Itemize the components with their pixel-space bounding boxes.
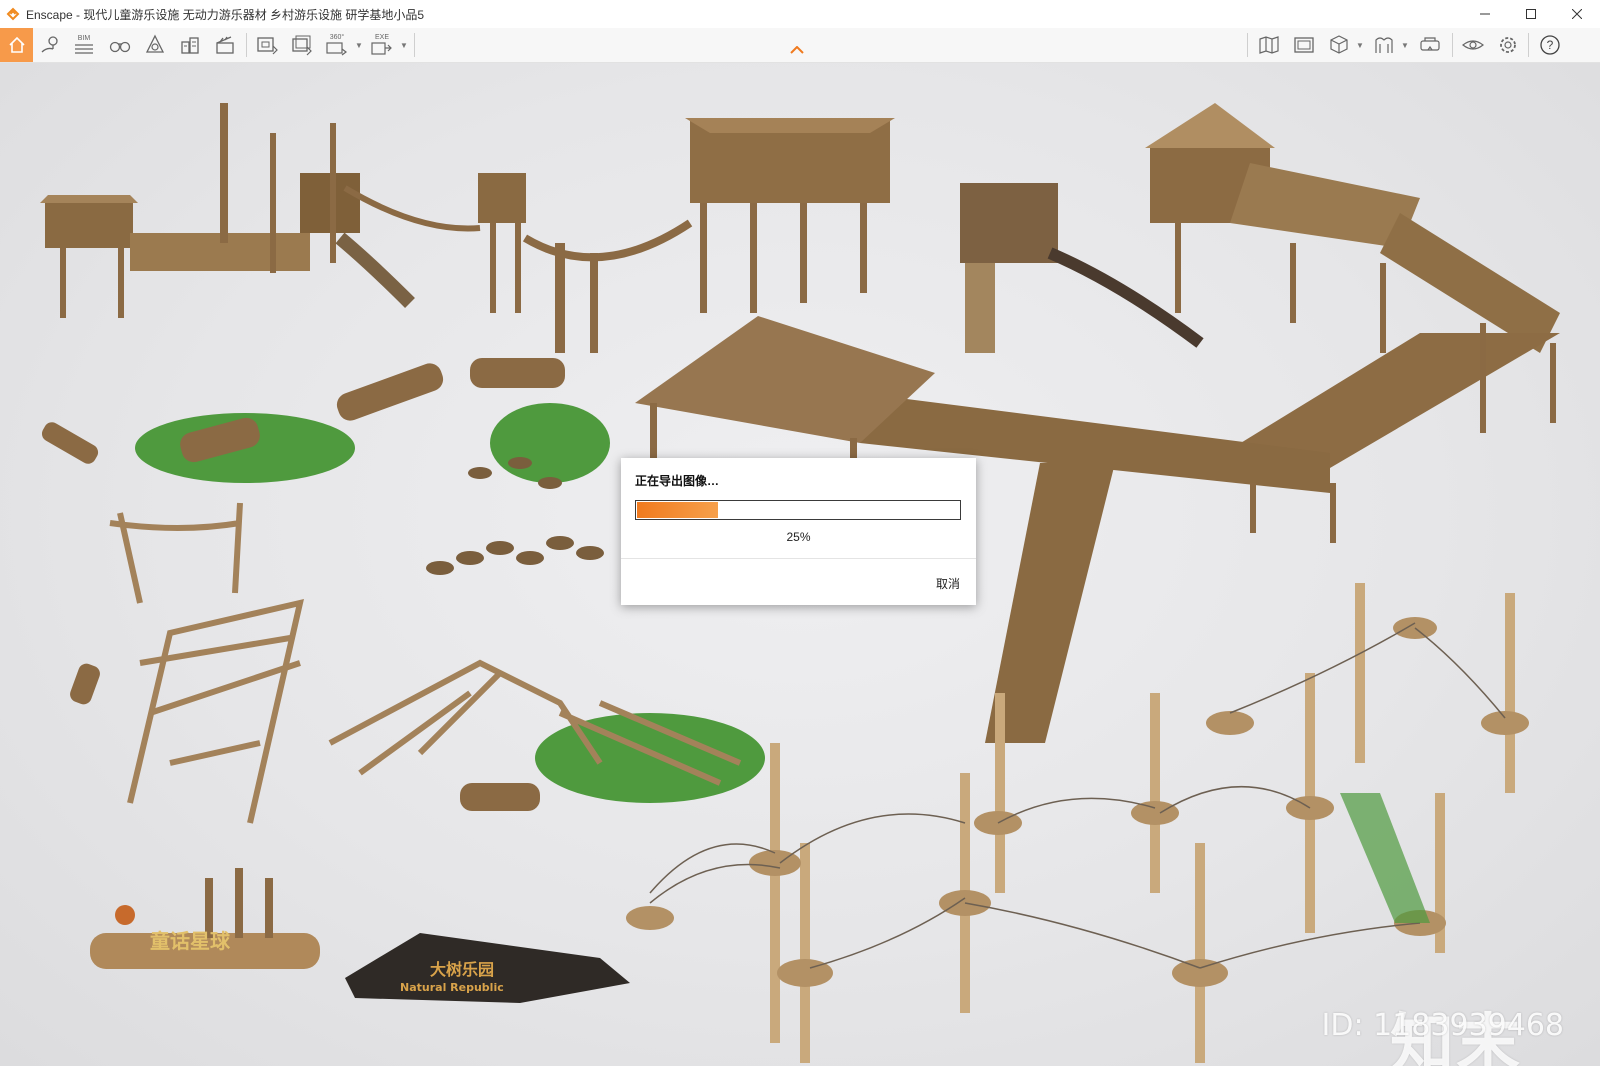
svg-text:?: ? xyxy=(1547,38,1554,52)
maximize-icon xyxy=(1526,9,1536,19)
buildings-icon xyxy=(181,37,199,54)
minimize-icon xyxy=(1480,13,1490,15)
settings-gear-icon xyxy=(1500,37,1516,53)
home-icon xyxy=(8,36,25,53)
vr-headset-icon xyxy=(1420,37,1440,51)
panorama-dropdown-icon[interactable]: ▼ xyxy=(355,41,363,50)
map-icon xyxy=(1259,36,1279,54)
render-image-button[interactable] xyxy=(255,30,279,60)
clapperboard-icon xyxy=(216,36,234,54)
panorama-360-icon xyxy=(326,42,347,56)
toolbar-separator xyxy=(1452,33,1453,57)
minimize-button[interactable] xyxy=(1462,0,1508,28)
export-exe-label: EXE xyxy=(374,34,389,41)
natural-republic-sign-cn: 大树乐园 xyxy=(430,960,494,979)
export-exe-button[interactable]: EXE xyxy=(370,30,394,60)
panorama-button[interactable]: 360° xyxy=(325,30,349,60)
asset-library-button[interactable] xyxy=(143,30,167,60)
climbing-frame xyxy=(109,502,304,824)
atlas-dropdown-icon[interactable]: ▼ xyxy=(1401,41,1409,50)
rope-course xyxy=(626,583,1529,1063)
pavilion xyxy=(635,316,935,478)
toolbar-separator xyxy=(1528,33,1529,57)
progress-percent: 25% xyxy=(786,530,811,544)
bim-button[interactable]: BIM xyxy=(72,30,96,60)
video-editor-button[interactable] xyxy=(213,30,237,60)
collapse-toolbar-icon[interactable] xyxy=(790,46,804,54)
dialog-title: 正在导出图像… xyxy=(635,474,720,488)
natural-republic-sign-en: Natural Republic xyxy=(400,981,504,994)
fairy-planet-sign: 童话星球 xyxy=(90,868,320,969)
walk-mode-button[interactable] xyxy=(107,30,133,60)
asset-library-icon xyxy=(145,34,165,53)
watermark-id: ID: 1183939468 xyxy=(1321,1008,1564,1043)
batch-render-button[interactable] xyxy=(290,30,314,60)
eye-icon xyxy=(1462,40,1484,50)
toolbar-separator xyxy=(246,33,247,57)
fairy-planet-sign-text: 童话星球 xyxy=(150,929,231,953)
close-button[interactable] xyxy=(1554,0,1600,28)
help-button[interactable]: ? xyxy=(1538,30,1562,60)
cube-view-button[interactable] xyxy=(1327,30,1351,60)
toolbar-separator xyxy=(1247,33,1248,57)
binoculars-icon xyxy=(109,41,131,53)
close-icon xyxy=(1572,9,1582,19)
help-icon: ? xyxy=(1540,35,1560,55)
cancel-button[interactable]: 取消 xyxy=(936,575,960,592)
window-title: Enscape - 现代儿童游乐设施 无动力游乐器材 乡村游乐设施 研学基地小品… xyxy=(26,7,425,22)
enscape-logo-icon xyxy=(6,7,20,21)
map-button[interactable] xyxy=(1257,30,1281,60)
visual-settings-button[interactable] xyxy=(1460,30,1486,60)
screenshot-icon xyxy=(257,37,278,55)
bim-label: BIM xyxy=(77,35,91,42)
view-management-button[interactable] xyxy=(38,30,62,60)
window-controls xyxy=(1462,0,1600,28)
settings-button[interactable] xyxy=(1496,30,1520,60)
cube-view-icon xyxy=(1330,35,1348,54)
dialog-divider xyxy=(621,558,976,559)
location-pin-icon xyxy=(41,36,58,53)
green-pad xyxy=(490,403,610,483)
main-toolbar: BIM 360° ▼ EXE ▼ ▼ ▼ ? xyxy=(0,28,1600,63)
panorama-label: 360° xyxy=(329,34,345,41)
export-dropdown-icon[interactable]: ▼ xyxy=(400,41,408,50)
atlas-icon xyxy=(1375,37,1393,53)
home-button[interactable] xyxy=(0,28,33,62)
render-view-icon xyxy=(1294,37,1314,53)
export-exe-icon xyxy=(371,42,392,55)
buildings-button[interactable] xyxy=(178,30,202,60)
export-progress-dialog: 正在导出图像… 25% 取消 xyxy=(621,458,976,605)
toolbar-separator xyxy=(414,33,415,57)
title-bar: Enscape - 现代儿童游乐设施 无动力游乐器材 乡村游乐设施 研学基地小品… xyxy=(0,0,1600,29)
maximize-button[interactable] xyxy=(1508,0,1554,28)
progress-bar xyxy=(635,500,961,520)
vr-button[interactable] xyxy=(1418,30,1442,60)
batch-render-icon xyxy=(292,35,312,56)
atlas-button[interactable] xyxy=(1372,30,1396,60)
treehouse-complex xyxy=(40,103,895,353)
progress-fill xyxy=(637,502,718,518)
bim-icon xyxy=(75,44,93,54)
natural-republic-sign: 大树乐园 Natural Republic xyxy=(345,933,630,1003)
cube-dropdown-icon[interactable]: ▼ xyxy=(1356,41,1364,50)
render-view-button[interactable] xyxy=(1292,30,1316,60)
